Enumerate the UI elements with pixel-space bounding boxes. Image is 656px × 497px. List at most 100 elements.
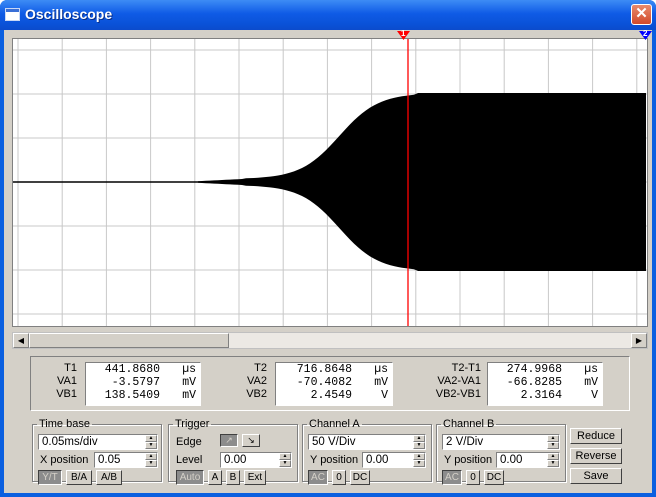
channel-b-ypos-label: Y position (444, 454, 493, 466)
horizontal-scrollbar[interactable]: ◀ ▶ (12, 332, 648, 349)
channel-a-legend: Channel A (309, 418, 360, 430)
readout-box-3: 274.9968 µs -66.8285 mV 2.3164 V (487, 362, 603, 406)
scroll-left-button[interactable]: ◀ (13, 333, 29, 348)
window-title: Oscilloscope (25, 6, 113, 22)
save-button[interactable]: Save (570, 468, 622, 484)
value-va1: -3.5797 (111, 376, 160, 389)
xpos-spinner[interactable]: ▲ ▼ (145, 453, 157, 467)
reduce-button[interactable]: Reduce (570, 428, 622, 444)
channel-a-ypos-spinner[interactable]: ▲ ▼ (413, 453, 425, 467)
spin-up-icon[interactable]: ▲ (547, 435, 559, 442)
cursor-1-tab-label: 1 (401, 29, 406, 38)
value-t2-t1: 274.9968 (506, 363, 562, 376)
spin-up-icon[interactable]: ▲ (145, 435, 157, 442)
channel-a-scale-value: 50 V/Div (312, 436, 356, 448)
xpos-value: 0.05 (98, 454, 121, 466)
channel-a-ac-button[interactable]: AC (308, 470, 328, 485)
level-spinner[interactable]: ▲ ▼ (279, 453, 291, 467)
ab-button[interactable]: A/B (96, 470, 122, 485)
unit-vb1: mV (182, 389, 196, 402)
ba-button[interactable]: B/A (66, 470, 92, 485)
measurement-readout: T1 VA1 VB1 441.8680 µs -3.5797 mV 138.5409… (30, 356, 630, 411)
value-va2-va1: -66.8285 (506, 376, 562, 389)
reverse-button[interactable]: Reverse (570, 448, 622, 464)
spin-up-icon[interactable]: ▲ (413, 435, 425, 442)
label-vb1: VB1 (56, 388, 77, 400)
channel-b-ac-button[interactable]: AC (442, 470, 462, 485)
trigger-b-button[interactable]: B (226, 470, 240, 485)
close-button[interactable]: ✕ (631, 4, 652, 25)
yt-button[interactable]: Y/T (38, 470, 62, 485)
readout-box-2: 716.8648 µs -70.4082 mV 2.4549 V (275, 362, 393, 406)
timebase-select[interactable]: 0.05ms/div ▲ ▼ (38, 434, 158, 450)
label-va1: VA1 (57, 375, 77, 387)
xpos-input[interactable]: 0.05 ▲ ▼ (94, 452, 158, 468)
unit-t2: µs (374, 363, 388, 376)
unit-t2-t1: µs (584, 363, 598, 376)
value-va2: -70.4082 (296, 376, 352, 389)
client-area: ◀ ▶ T1 VA1 VB1 441.8680 µs -3.5797 mV 138.… (4, 30, 652, 493)
channel-a-zero-button[interactable]: 0 (332, 470, 346, 485)
label-t2: T2 (254, 362, 267, 374)
channel-a-ypos-label: Y position (310, 454, 359, 466)
label-va2: VA2 (247, 375, 267, 387)
edge-label: Edge (176, 436, 202, 448)
spin-up-icon[interactable]: ▲ (279, 453, 291, 460)
channel-b-scale-select[interactable]: 2 V/Div ▲ ▼ (442, 434, 560, 450)
channel-b-scale-spinner[interactable]: ▲ ▼ (547, 435, 559, 449)
spin-up-icon[interactable]: ▲ (547, 453, 559, 460)
cursor-2-tab[interactable]: 2 (639, 29, 652, 40)
channel-b-ypos-spinner[interactable]: ▲ ▼ (547, 453, 559, 467)
channel-b-zero-button[interactable]: 0 (466, 470, 480, 485)
scroll-right-button[interactable]: ▶ (631, 333, 647, 348)
spin-down-icon[interactable]: ▼ (145, 460, 157, 467)
channel-a-dc-button[interactable]: DC (350, 470, 370, 485)
channel-a-ypos-value: 0.00 (366, 454, 389, 466)
unit-va2: mV (374, 376, 388, 389)
title-bar[interactable]: Oscilloscope ✕ (0, 0, 656, 30)
trigger-auto-button[interactable]: Auto (176, 470, 204, 485)
cursor-2-tab-label: 2 (643, 29, 648, 38)
spin-down-icon[interactable]: ▼ (279, 460, 291, 467)
spin-down-icon[interactable]: ▼ (547, 442, 559, 449)
xpos-label: X position (40, 454, 89, 466)
unit-vb2: V (381, 389, 388, 402)
spin-up-icon[interactable]: ▲ (145, 453, 157, 460)
channel-a-scale-select[interactable]: 50 V/Div ▲ ▼ (308, 434, 426, 450)
label-vb2-vb1: VB2-VB1 (435, 388, 481, 400)
trigger-legend: Trigger (175, 418, 210, 430)
trace-envelope (198, 93, 646, 271)
cursor-1-tab[interactable]: 1 (397, 29, 410, 40)
channel-b-dc-button[interactable]: DC (484, 470, 504, 485)
level-input[interactable]: 0.00 ▲ ▼ (220, 452, 292, 468)
trigger-ext-button[interactable]: Ext (244, 470, 266, 485)
value-t1: 441.8680 (104, 363, 160, 376)
timebase-value: 0.05ms/div (42, 436, 98, 448)
unit-vb2-vb1: V (591, 389, 598, 402)
scope-display[interactable] (12, 38, 648, 327)
edge-rising-button[interactable]: ↗ (220, 434, 238, 447)
spin-down-icon[interactable]: ▼ (413, 460, 425, 467)
spin-up-icon[interactable]: ▲ (413, 453, 425, 460)
channel-b-ypos-value: 0.00 (500, 454, 523, 466)
channel-a-ypos-input[interactable]: 0.00 ▲ ▼ (362, 452, 426, 468)
spin-down-icon[interactable]: ▼ (413, 442, 425, 449)
value-t2: 716.8648 (296, 363, 352, 376)
label-va2-va1: VA2-VA1 (437, 375, 481, 387)
window-icon (5, 8, 20, 21)
scroll-thumb[interactable] (29, 333, 229, 348)
channel-b-scale-value: 2 V/Div (446, 436, 484, 448)
edge-falling-button[interactable]: ↘ (242, 434, 260, 447)
spin-down-icon[interactable]: ▼ (145, 442, 157, 449)
channel-a-scale-spinner[interactable]: ▲ ▼ (413, 435, 425, 449)
timebase-spinner[interactable]: ▲ ▼ (145, 435, 157, 449)
channel-b-legend: Channel B (443, 418, 495, 430)
value-vb2: 2.4549 (310, 389, 352, 402)
label-vb2: VB2 (246, 388, 267, 400)
timebase-legend: Time base (39, 418, 90, 430)
scope-plot (13, 39, 647, 326)
channel-b-ypos-input[interactable]: 0.00 ▲ ▼ (496, 452, 560, 468)
unit-t1: µs (182, 363, 196, 376)
trigger-a-button[interactable]: A (208, 470, 222, 485)
spin-down-icon[interactable]: ▼ (547, 460, 559, 467)
